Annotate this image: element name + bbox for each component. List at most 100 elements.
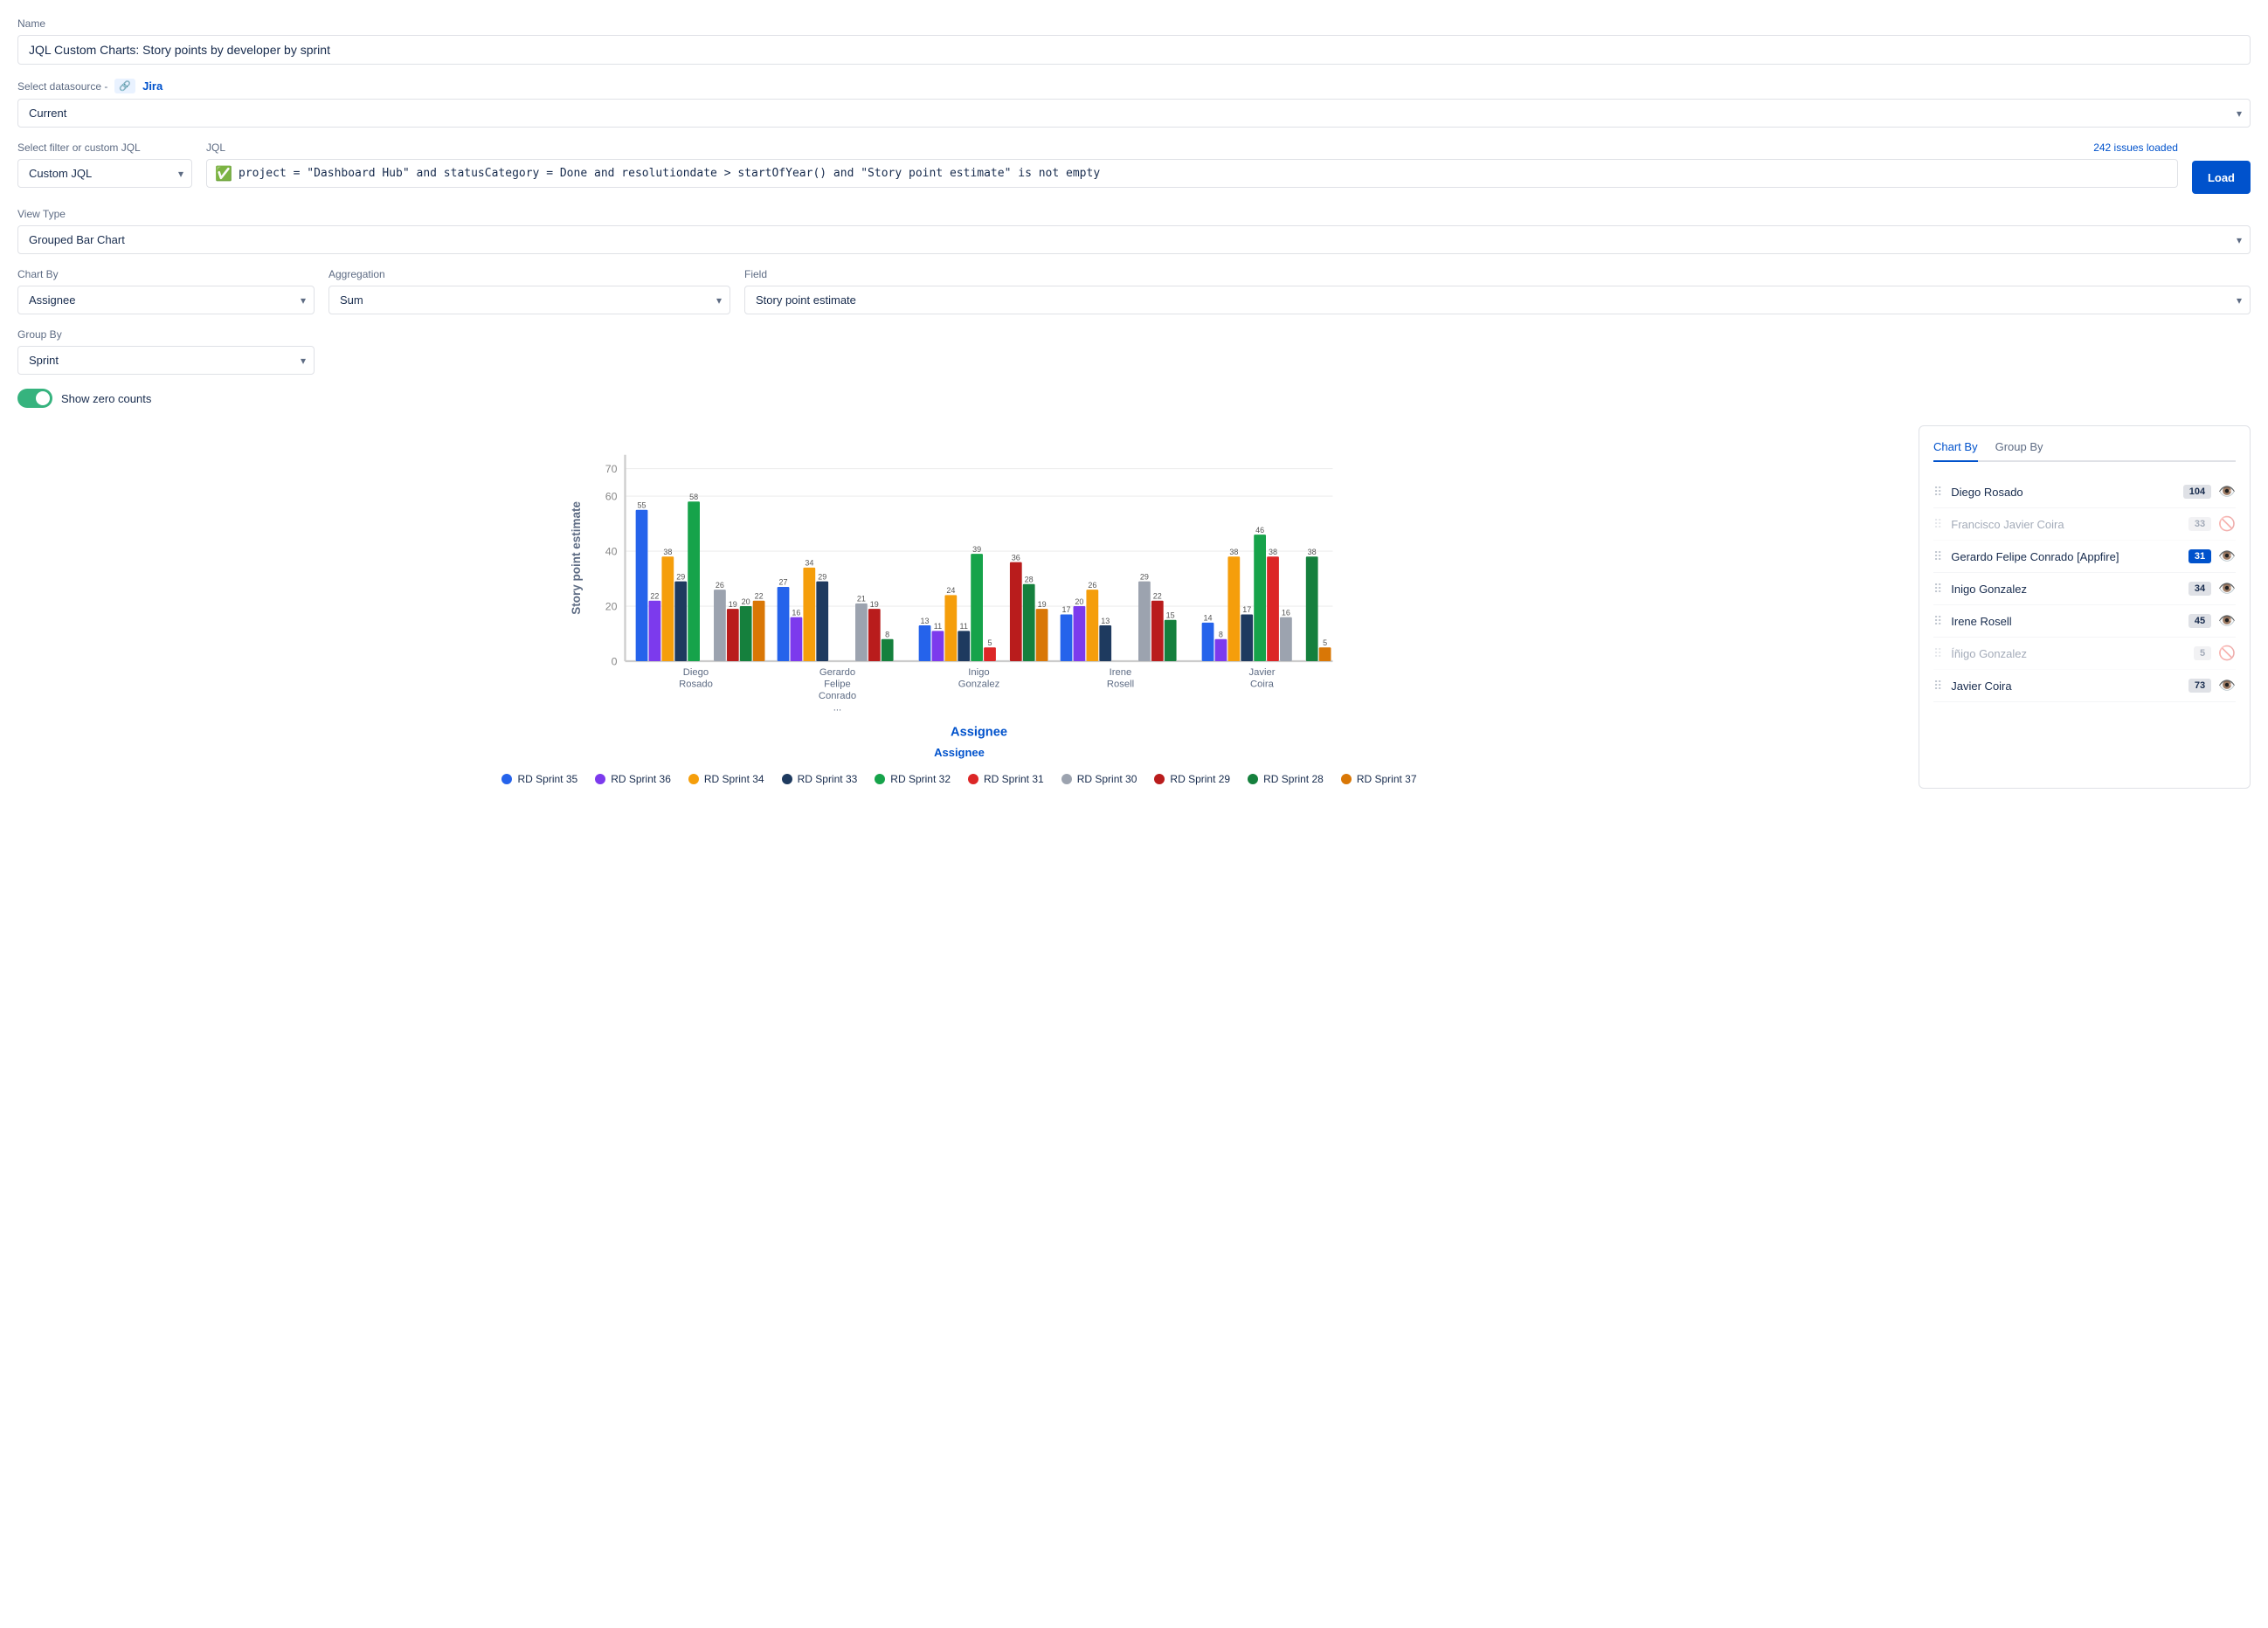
- drag-handle-icon[interactable]: ⠿: [1933, 517, 1942, 532]
- bar[interactable]: [740, 606, 752, 661]
- bar[interactable]: [727, 609, 739, 661]
- legend-item: RD Sprint 28: [1248, 773, 1324, 785]
- bar[interactable]: [791, 617, 803, 661]
- bar[interactable]: [958, 631, 970, 661]
- bar-value-label: 58: [689, 493, 698, 501]
- bar[interactable]: [882, 639, 894, 661]
- visibility-toggle[interactable]: 👁️: [2218, 677, 2236, 694]
- bar-value-label: 5: [1323, 638, 1327, 647]
- legend: RD Sprint 35RD Sprint 36RD Sprint 34RD S…: [17, 773, 1901, 789]
- bar-value-label: 19: [1038, 600, 1047, 609]
- tab-chartby[interactable]: Chart By: [1933, 440, 1978, 462]
- bar[interactable]: [803, 568, 815, 661]
- bar[interactable]: [753, 601, 765, 661]
- bar[interactable]: [816, 582, 828, 661]
- bar[interactable]: [1151, 601, 1164, 661]
- groupby-select[interactable]: Sprint Status Priority: [17, 346, 315, 375]
- bar[interactable]: [1280, 617, 1292, 661]
- bar[interactable]: [1241, 614, 1253, 661]
- bar-value-label: 16: [792, 608, 800, 617]
- bar[interactable]: [688, 501, 700, 661]
- bar[interactable]: [674, 582, 687, 661]
- bar-value-label: 38: [663, 548, 672, 556]
- bar[interactable]: [1138, 582, 1151, 661]
- bar[interactable]: [778, 587, 790, 661]
- filter-select[interactable]: Custom JQL Filter: [17, 159, 192, 188]
- bar[interactable]: [855, 604, 868, 661]
- bar-value-label: 13: [1101, 617, 1110, 625]
- load-button[interactable]: Load: [2192, 161, 2251, 194]
- bar[interactable]: [1023, 584, 1035, 661]
- panel-row: ⠿ Irene Rosell 45 👁️: [1933, 605, 2236, 638]
- bar[interactable]: [1165, 620, 1177, 661]
- bar[interactable]: [868, 609, 881, 661]
- visibility-toggle[interactable]: 👁️: [2218, 612, 2236, 630]
- panel-tabs: Chart By Group By: [1933, 440, 2236, 462]
- bar-value-label: 39: [972, 545, 981, 554]
- datasource-select[interactable]: Current: [17, 99, 2251, 128]
- bar[interactable]: [1202, 623, 1214, 661]
- bar[interactable]: [1099, 625, 1111, 661]
- show-zero-label: Show zero counts: [61, 392, 151, 405]
- svg-text:20: 20: [605, 601, 618, 613]
- groupby-col: Group By Sprint Status Priority: [17, 328, 315, 375]
- bar-value-label: 38: [1229, 548, 1238, 556]
- visibility-toggle[interactable]: 👁️: [2218, 548, 2236, 565]
- filter-select-wrapper: Custom JQL Filter: [17, 159, 192, 188]
- bar[interactable]: [971, 554, 983, 661]
- drag-handle-icon[interactable]: ⠿: [1933, 679, 1942, 693]
- visibility-toggle[interactable]: 👁️: [2218, 580, 2236, 597]
- bar[interactable]: [1086, 590, 1098, 661]
- bar[interactable]: [1267, 556, 1279, 661]
- bar[interactable]: [1074, 606, 1086, 661]
- bar[interactable]: [919, 625, 931, 661]
- bar[interactable]: [932, 631, 944, 661]
- svg-text:0: 0: [612, 656, 618, 668]
- bar-value-label: 15: [1166, 611, 1175, 620]
- drag-handle-icon[interactable]: ⠿: [1933, 582, 1942, 597]
- drag-handle-icon[interactable]: ⠿: [1933, 549, 1942, 564]
- aggregation-select[interactable]: Sum Count Average: [328, 286, 730, 314]
- visibility-toggle[interactable]: 👁️: [2218, 483, 2236, 500]
- bar[interactable]: [1010, 562, 1022, 661]
- drag-handle-icon[interactable]: ⠿: [1933, 485, 1942, 500]
- bar[interactable]: [649, 601, 661, 661]
- bar[interactable]: [1319, 647, 1331, 661]
- bar[interactable]: [1036, 609, 1048, 661]
- jql-input[interactable]: [206, 159, 2178, 188]
- bar-value-label: 29: [676, 572, 685, 581]
- drag-handle-icon[interactable]: ⠿: [1933, 646, 1942, 661]
- svg-text:40: 40: [605, 546, 618, 558]
- viewtype-select[interactable]: Grouped Bar Chart Bar Chart Line Chart P…: [17, 225, 2251, 254]
- show-zero-toggle[interactable]: [17, 389, 52, 408]
- panel-badge: 45: [2188, 614, 2211, 628]
- bar[interactable]: [1254, 535, 1266, 661]
- bar[interactable]: [984, 647, 996, 661]
- bar[interactable]: [944, 595, 957, 661]
- panel-row-name: Íñigo Gonzalez: [1951, 647, 2027, 660]
- panel-row-name: Irene Rosell: [1951, 615, 2011, 628]
- panel-row: ⠿ Inigo Gonzalez 34 👁️: [1933, 573, 2236, 605]
- visibility-toggle[interactable]: 🚫: [2218, 515, 2236, 533]
- bar[interactable]: [636, 510, 648, 661]
- datasource-type: Jira: [142, 79, 162, 93]
- tab-groupby[interactable]: Group By: [1995, 440, 2043, 460]
- bar[interactable]: [1215, 639, 1227, 661]
- group-label: Conrado: [819, 691, 856, 701]
- bar[interactable]: [661, 556, 674, 661]
- panel-row-left: ⠿ Francisco Javier Coira: [1933, 517, 2064, 532]
- drag-handle-icon[interactable]: ⠿: [1933, 614, 1942, 629]
- bar[interactable]: [714, 590, 726, 661]
- field-select[interactable]: Story point estimate Story points: [744, 286, 2251, 314]
- chartby-select[interactable]: Assignee Status Priority: [17, 286, 315, 314]
- name-input[interactable]: [17, 35, 2251, 65]
- bar[interactable]: [1227, 556, 1240, 661]
- legend-label: RD Sprint 30: [1077, 773, 1137, 785]
- bar[interactable]: [1306, 556, 1318, 661]
- visibility-toggle[interactable]: 🚫: [2218, 645, 2236, 662]
- bar-value-label: 27: [779, 578, 788, 587]
- panel-rows-container: ⠿ Diego Rosado 104 👁️ ⠿ Francisco Javier…: [1933, 476, 2236, 702]
- field-section: Field Story point estimate Story points: [744, 268, 2251, 314]
- bar[interactable]: [1061, 614, 1073, 661]
- panel-row-left: ⠿ Irene Rosell: [1933, 614, 2012, 629]
